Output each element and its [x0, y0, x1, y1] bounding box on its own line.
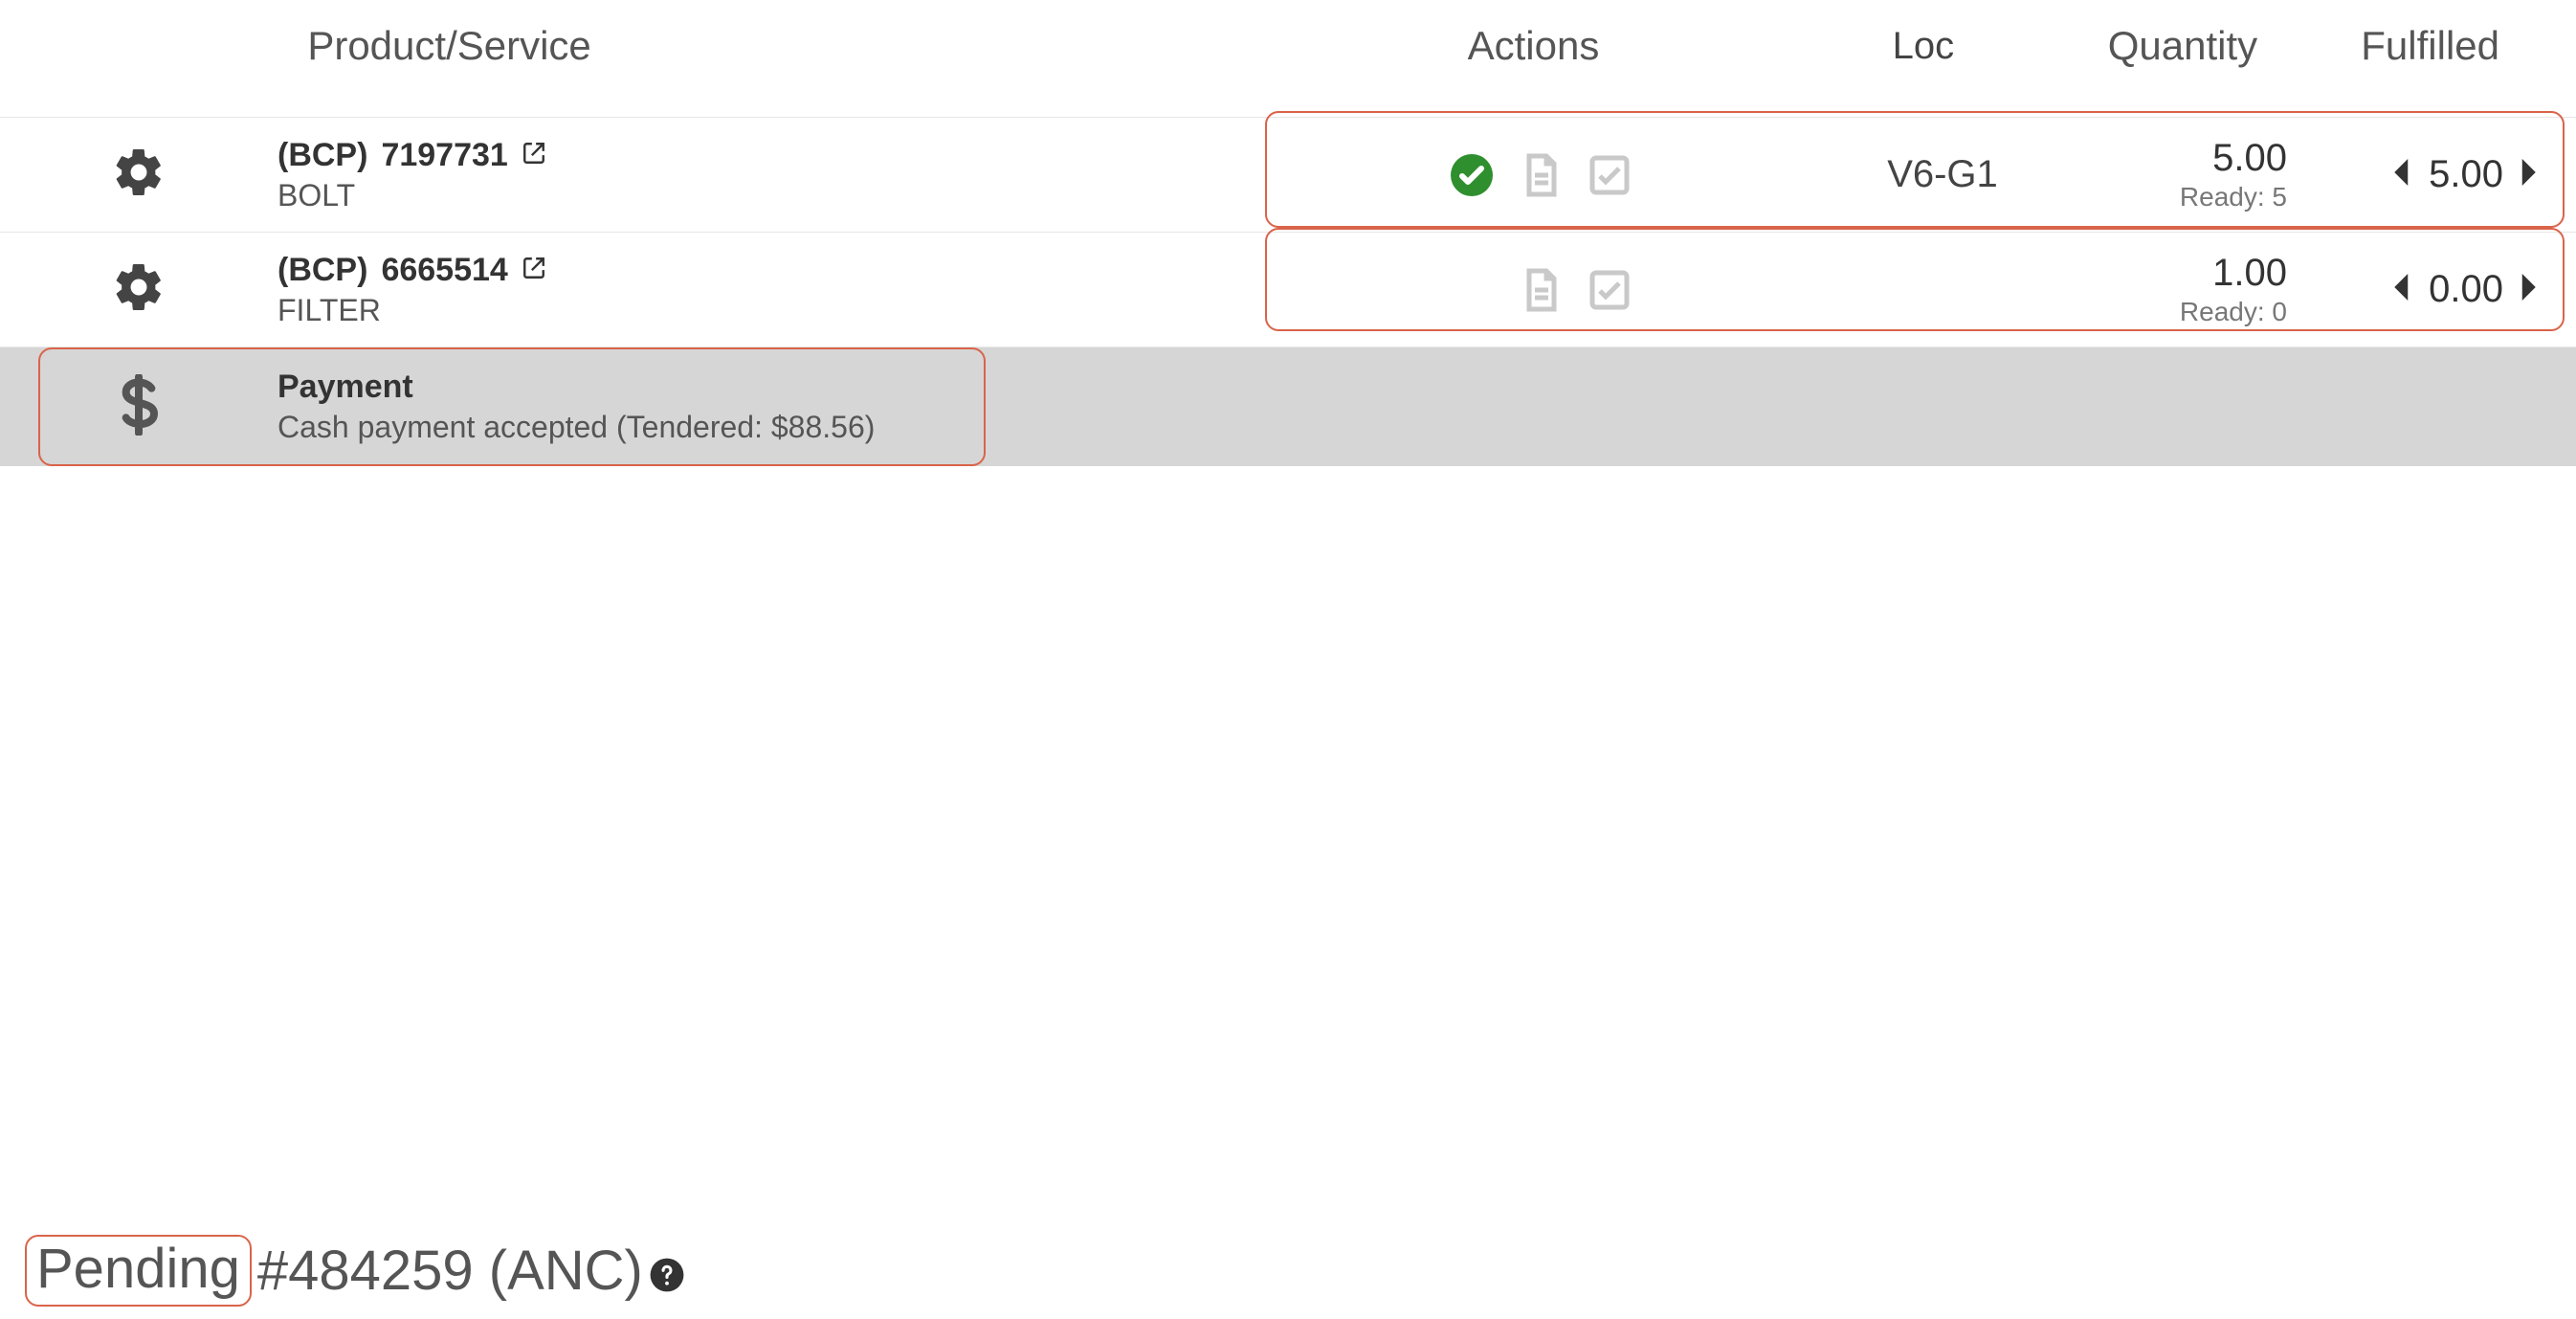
location-value: V6-G1 — [1887, 153, 1998, 196]
order-title: Pending #484259 (ANC) — [25, 1235, 685, 1307]
quantity-ready: Ready: 5 — [2180, 182, 2287, 212]
checkbox-icon[interactable] — [1587, 152, 1632, 198]
document-icon[interactable] — [1518, 152, 1564, 198]
order-number: #484259 (ANC) — [257, 1239, 643, 1303]
product-name: FILTER — [278, 293, 1215, 328]
decrement-fulfilled-button[interactable] — [2394, 159, 2411, 190]
line-item-row: (BCP) 7197731 BOLT V6-G1 — [0, 118, 2576, 233]
gear-icon[interactable] — [111, 145, 167, 205]
line-item-row: (BCP) 6665514 FILTER — [0, 233, 2576, 347]
checkbox-icon[interactable] — [1587, 267, 1632, 313]
help-icon[interactable] — [649, 1239, 685, 1303]
payment-title: Payment — [278, 369, 1215, 406]
quantity-value: 5.00 — [2212, 137, 2287, 180]
vendor-code: (BCP) — [278, 137, 367, 174]
sku-number: 7197731 — [381, 137, 507, 174]
fulfilled-value: 5.00 — [2427, 153, 2503, 196]
fulfilled-check-icon[interactable] — [1449, 152, 1495, 198]
vendor-code: (BCP) — [278, 252, 367, 289]
header-loc: Loc — [1893, 25, 1955, 68]
quantity-value: 1.00 — [2212, 252, 2287, 295]
payment-detail: Cash payment accepted (Tendered: $88.56) — [278, 410, 1215, 445]
external-link-icon[interactable] — [522, 252, 546, 289]
product-name: BOLT — [278, 178, 1215, 213]
gear-icon[interactable] — [111, 259, 167, 320]
header-fulfilled: Fulfilled — [2361, 23, 2499, 69]
header-product: Product/Service — [307, 23, 590, 69]
increment-fulfilled-button[interactable] — [2519, 159, 2536, 190]
sku-number: 6665514 — [381, 252, 507, 289]
document-icon[interactable] — [1518, 267, 1564, 313]
dollar-icon — [108, 374, 169, 440]
payment-row: Payment Cash payment accepted (Tendered:… — [0, 347, 2576, 466]
external-link-icon[interactable] — [522, 137, 546, 174]
quantity-ready: Ready: 0 — [2180, 297, 2287, 327]
order-status: Pending — [36, 1238, 240, 1300]
line-items-header-row: Product/Service Actions Loc Quantity Ful… — [0, 0, 2576, 118]
header-actions: Actions — [1468, 23, 1600, 69]
decrement-fulfilled-button[interactable] — [2394, 274, 2411, 305]
header-quantity: Quantity — [2108, 23, 2257, 69]
increment-fulfilled-button[interactable] — [2519, 274, 2536, 305]
fulfilled-value: 0.00 — [2427, 268, 2503, 311]
